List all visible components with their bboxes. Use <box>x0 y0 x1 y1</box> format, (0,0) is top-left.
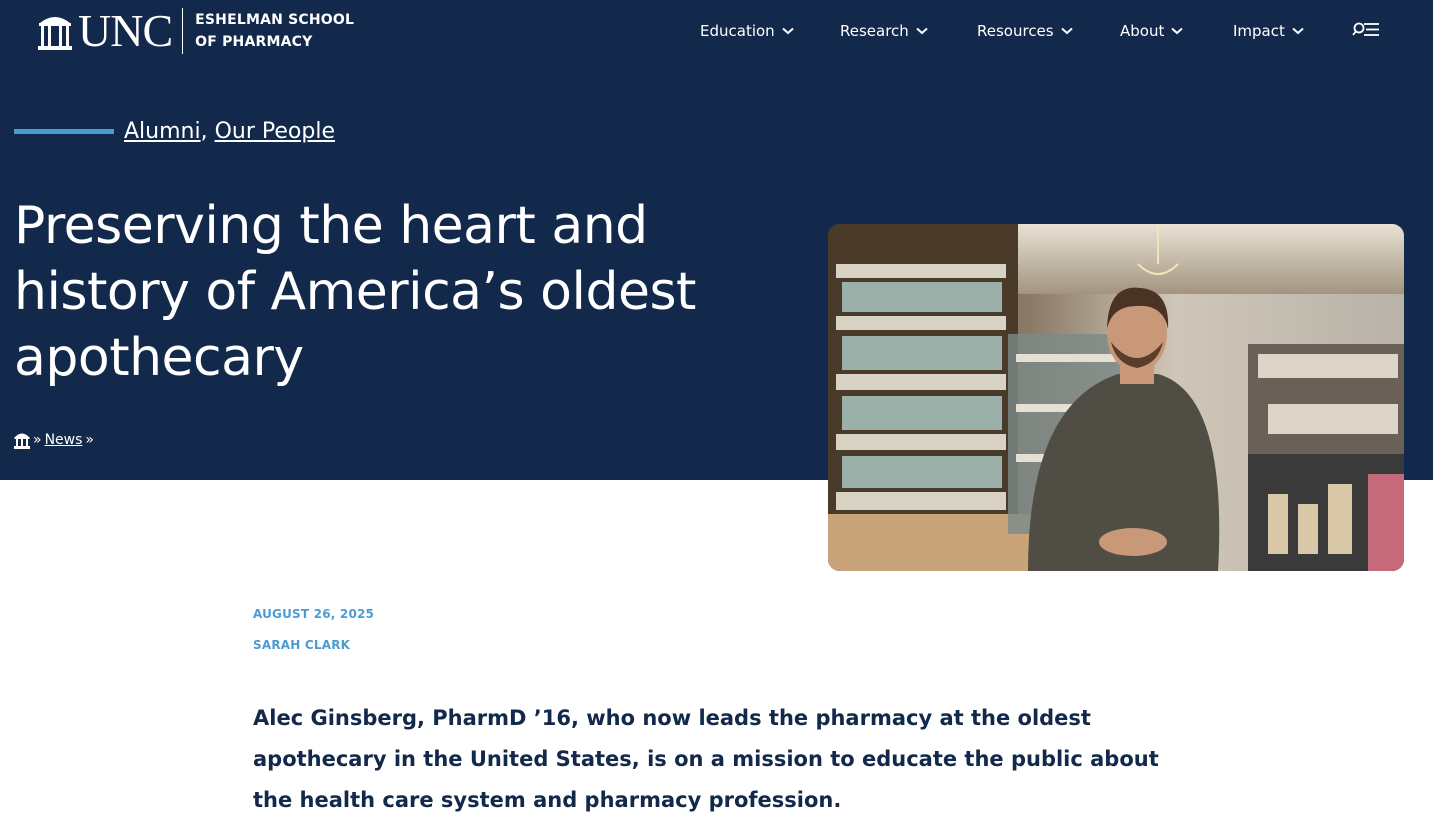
chevron-down-icon <box>1292 27 1304 35</box>
nav-impact-label: Impact <box>1233 22 1285 40</box>
chevron-down-icon <box>916 27 928 35</box>
article-author: SARAH CLARK <box>253 638 351 652</box>
breadcrumb-separator: » <box>85 432 94 448</box>
old-well-logo-icon <box>38 17 72 50</box>
unc-logo[interactable]: UNC ESHELMAN SCHOOL OF PHARMACY <box>38 8 354 54</box>
article-date: AUGUST 26, 2025 <box>253 607 375 621</box>
pharmacy-portrait-image <box>828 224 1404 571</box>
nav-about-label: About <box>1120 22 1165 40</box>
nav-research[interactable]: Research <box>840 20 928 42</box>
chevron-down-icon <box>1060 27 1073 35</box>
breadcrumb-news-link[interactable]: News <box>45 430 83 450</box>
nav-impact[interactable]: Impact <box>1233 20 1304 42</box>
nav-education-label: Education <box>700 22 775 40</box>
logo-divider <box>182 8 184 54</box>
breadcrumb-separator: » <box>33 432 42 448</box>
nav-research-label: Research <box>840 22 909 40</box>
breadcrumb: » News » <box>14 430 94 450</box>
chevron-down-icon <box>1171 27 1184 35</box>
category-separator: , <box>200 119 208 144</box>
home-icon[interactable] <box>14 430 30 450</box>
nav-resources[interactable]: Resources <box>977 20 1073 42</box>
category-links: Alumni, Our People <box>124 116 335 148</box>
chevron-down-icon <box>782 27 794 35</box>
article-title: Preserving the heart and history of Amer… <box>14 196 696 388</box>
nav-about[interactable]: About <box>1120 20 1184 42</box>
nav-resources-label: Resources <box>977 22 1054 40</box>
unc-wordmark: UNC <box>78 5 173 56</box>
article-hero-photo <box>828 224 1404 571</box>
nav-education[interactable]: Education <box>700 20 794 42</box>
category-alumni-link[interactable]: Alumni <box>124 119 201 144</box>
category-our-people-link[interactable]: Our People <box>215 119 335 144</box>
school-name-line1: ESHELMAN SCHOOL <box>195 12 355 28</box>
school-name: ESHELMAN SCHOOL OF PHARMACY <box>195 9 354 53</box>
category-accent-line <box>14 129 114 134</box>
article-lede: Alec Ginsberg, PharmD ’16, who now leads… <box>253 706 1159 812</box>
school-name-line2: OF PHARMACY <box>195 34 313 50</box>
search-menu-icon[interactable] <box>1352 20 1380 40</box>
